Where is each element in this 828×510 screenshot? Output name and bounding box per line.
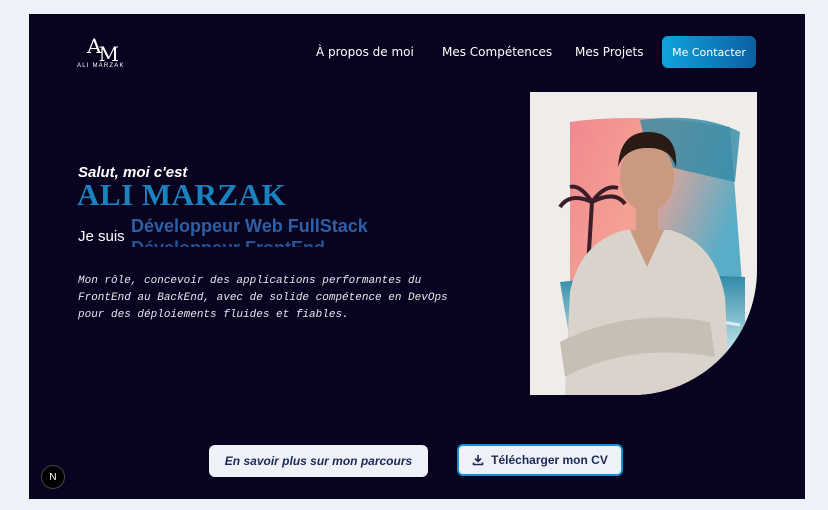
hero-role: Développeur FrontEnd: [131, 237, 411, 247]
download-cv-button[interactable]: Télécharger mon CV: [457, 444, 623, 476]
framework-badge[interactable]: N: [41, 465, 65, 489]
download-icon: [472, 455, 484, 466]
logo-text: ALI MARZAK: [77, 63, 125, 69]
nav-item-projects[interactable]: Mes Projets: [575, 45, 644, 59]
learn-more-button[interactable]: En savoir plus sur mon parcours: [209, 445, 428, 477]
logo-letter-a: A: [87, 34, 102, 58]
hero-roles-rotator: Développeur Web FullStack Développeur Fr…: [131, 216, 411, 247]
hero-role: Développeur Web FullStack: [131, 216, 368, 236]
contact-button[interactable]: Me Contacter: [662, 36, 756, 68]
nav-item-skills[interactable]: Mes Compétences: [442, 45, 552, 59]
profile-portrait: [530, 92, 757, 395]
hero-name: ALI MARZAK: [77, 177, 287, 212]
download-cv-label: Télécharger mon CV: [491, 453, 608, 467]
nav-item-about[interactable]: À propos de moi: [316, 45, 414, 59]
hero-je-suis: Je suis: [78, 228, 125, 245]
site-logo[interactable]: AM ALI MARZAK: [77, 34, 127, 74]
hero-page: AM ALI MARZAK À propos de moi Mes Compét…: [29, 14, 805, 499]
hero-description: Mon rôle, concevoir des applications per…: [78, 275, 448, 321]
logo-monogram: AM: [87, 34, 119, 66]
